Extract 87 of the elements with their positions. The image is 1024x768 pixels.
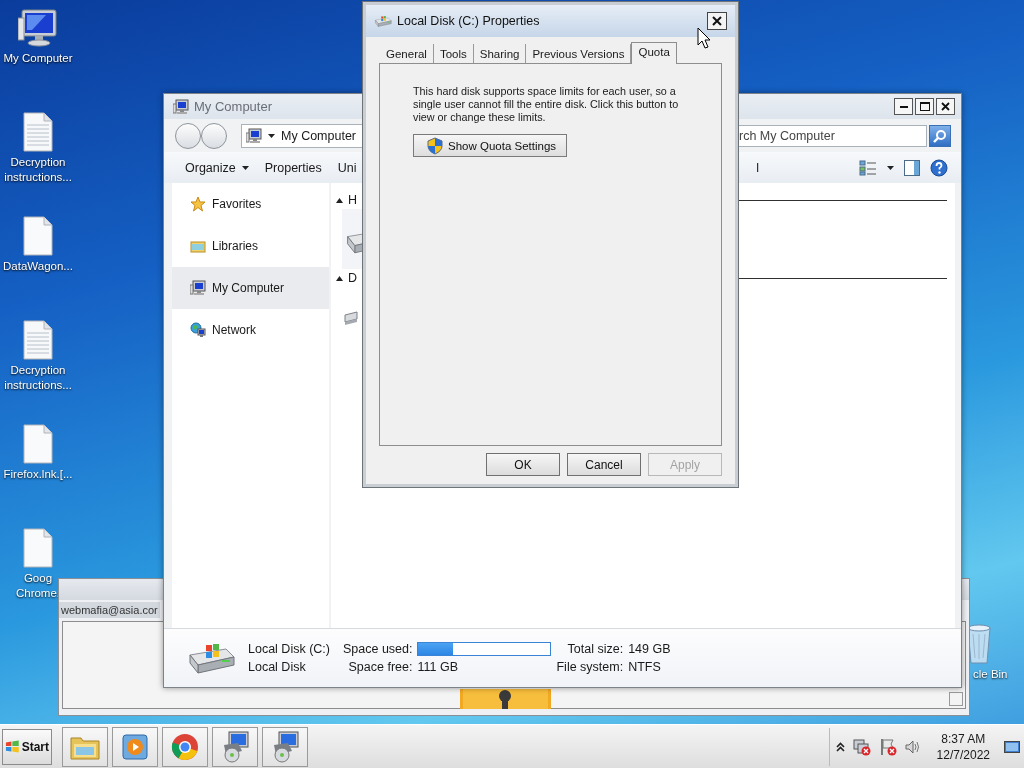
computer-icon[interactable] <box>18 8 58 48</box>
drive-type: Local Disk <box>248 660 307 674</box>
field-label: Space used: <box>342 642 413 656</box>
minimize-button[interactable] <box>894 98 913 115</box>
toolbar-button[interactable]: Organize <box>177 154 257 181</box>
cursor-icon <box>697 27 711 49</box>
close-button[interactable] <box>936 98 955 115</box>
browser-icon <box>171 732 199 761</box>
blank-document-icon[interactable] <box>23 424 53 464</box>
toolbar-button[interactable]: Properties <box>256 154 330 181</box>
tab[interactable]: Quota <box>631 42 677 64</box>
text-document-icon[interactable] <box>23 320 53 360</box>
preview-pane-icon[interactable] <box>904 159 920 176</box>
text-document-icon[interactable] <box>23 112 53 152</box>
hard-drive-icon <box>186 641 236 675</box>
padlock-icon <box>460 689 551 709</box>
dialog-title: Local Disk (C:) Properties <box>397 14 541 28</box>
nav-item[interactable]: My Computer <box>172 267 329 309</box>
caret-down-icon[interactable] <box>268 133 275 138</box>
forward-button[interactable] <box>201 122 227 149</box>
field-value: 111 GB <box>417 660 459 674</box>
taskbar-button[interactable] <box>112 726 158 767</box>
maximize-icon <box>919 102 930 111</box>
desktop-icon-label[interactable]: Decryption instructions... <box>0 363 76 393</box>
drive-name: Local Disk (C:) <box>248 642 330 656</box>
taskbar-button[interactable] <box>62 726 108 767</box>
field-label: File system: <box>556 660 624 674</box>
quota-settings-button[interactable]: Show Quota Settings <box>413 134 568 157</box>
taskbar-button[interactable] <box>262 726 308 767</box>
blank-document-icon[interactable] <box>23 528 53 568</box>
desktop-icon-label[interactable]: DataWagon... <box>3 259 73 274</box>
taskbar-button[interactable] <box>212 726 258 767</box>
desktop-icon-label[interactable]: My Computer <box>3 51 73 66</box>
help-icon[interactable] <box>930 158 948 177</box>
collapse-arrow-icon[interactable] <box>336 274 343 282</box>
shield-icon <box>427 136 443 155</box>
scroll-down-button[interactable] <box>949 692 963 706</box>
email-field[interactable]: webmafia@asia.cor <box>59 602 160 618</box>
view-options-icon[interactable] <box>859 159 877 176</box>
taskbar-button[interactable] <box>162 726 208 767</box>
group-header[interactable]: D <box>348 271 358 285</box>
back-button[interactable] <box>175 122 201 149</box>
network-icon <box>190 322 206 338</box>
nav-item[interactable]: Network <box>172 309 329 351</box>
window-title: My Computer <box>194 99 273 114</box>
toolbar-button[interactable]: l <box>756 160 759 175</box>
caret-down-icon[interactable] <box>887 165 894 170</box>
field-label: Space free: <box>348 660 413 674</box>
clock-date[interactable]: 12/7/2022 <box>936 746 990 763</box>
close-icon <box>941 102 950 111</box>
group-header[interactable]: H <box>348 193 358 207</box>
show-desktop-icon[interactable] <box>1004 738 1020 755</box>
clock-time[interactable]: 8:37 AM <box>941 730 986 747</box>
chevron-up-icon[interactable] <box>835 741 845 752</box>
computer-icon <box>173 98 189 115</box>
nav-item[interactable]: Favorites <box>172 183 329 225</box>
breadcrumb-item[interactable]: My Computer <box>281 128 357 143</box>
network-error-icon[interactable] <box>852 737 871 756</box>
drive-icon <box>374 14 392 28</box>
close-button[interactable] <box>707 12 727 30</box>
minimize-icon <box>899 105 908 108</box>
flag-error-icon[interactable] <box>878 737 897 756</box>
media-player-icon <box>122 733 148 760</box>
maximize-button[interactable] <box>915 98 934 115</box>
search-icon <box>933 128 947 143</box>
field-value: NTFS <box>628 660 662 674</box>
blank-document-icon[interactable] <box>23 216 53 256</box>
toolbar-button[interactable]: Uni <box>329 154 365 181</box>
field-label: Total size: <box>567 642 624 656</box>
start-button[interactable]: Start <box>2 728 52 765</box>
disc-drive-icon <box>344 309 358 325</box>
search-button[interactable] <box>929 124 951 147</box>
star-icon <box>190 196 206 212</box>
computer-icon <box>246 127 262 144</box>
dialog-button[interactable]: OK <box>486 453 560 476</box>
nav-item[interactable]: Libraries <box>172 225 329 267</box>
field-value: 149 GB <box>628 642 671 656</box>
desktop-icon-label[interactable]: Firefox.lnk.[... <box>3 467 73 482</box>
speaker-icon[interactable] <box>904 738 921 755</box>
desktop-icon-label[interactable]: Decryption instructions... <box>0 155 76 185</box>
close-icon <box>712 16 722 26</box>
dialog-button[interactable]: Cancel <box>567 453 641 476</box>
library-icon <box>190 238 206 254</box>
collapse-arrow-icon[interactable] <box>336 196 343 204</box>
computer-icon <box>190 280 206 296</box>
windows-flag-icon <box>5 738 20 755</box>
description-text: This hard disk supports space limits for each user, so a single user cannot fill the entire disk. Click this button to view or change these limits. <box>413 85 680 124</box>
